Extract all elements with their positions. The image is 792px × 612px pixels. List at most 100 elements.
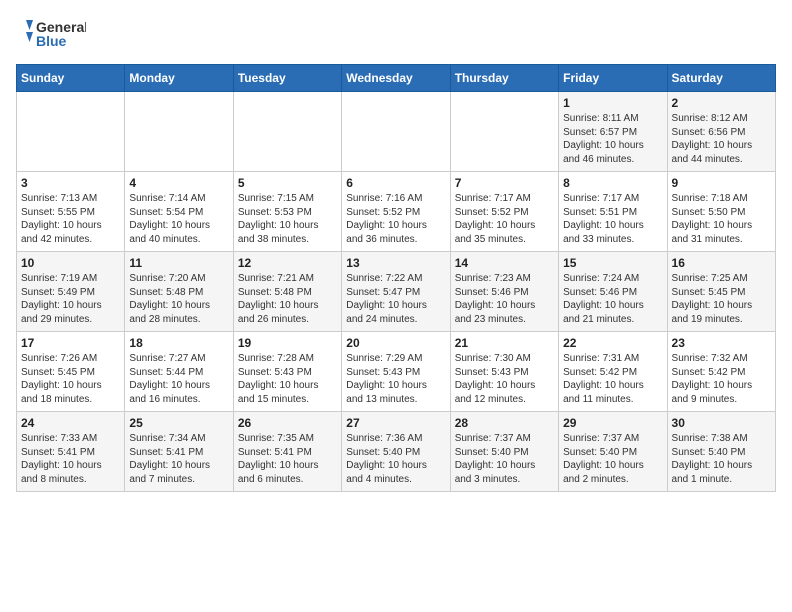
day-info: Sunrise: 7:18 AM Sunset: 5:50 PM Dayligh… <box>672 192 771 246</box>
calendar-cell: 1 Sunrise: 8:11 AM Sunset: 6:57 PM Daylig… <box>559 92 667 172</box>
calendar-cell: 2Sunrise: 8:12 AM Sunset: 6:56 PM Daylig… <box>667 92 775 172</box>
day-info: Sunrise: 7:27 AM Sunset: 5:44 PM Dayligh… <box>129 352 228 406</box>
day-info: Sunrise: 7:29 AM Sunset: 5:43 PM Dayligh… <box>346 352 445 406</box>
day-number: 6 <box>346 176 445 190</box>
day-of-week-header: Tuesday <box>233 65 341 92</box>
calendar-cell: 24 Sunrise: 7:33 AM Sunset: 5:41 PM Dayli… <box>17 412 125 492</box>
calendar-cell: 28Sunrise: 7:37 AM Sunset: 5:40 PM Dayli… <box>450 412 558 492</box>
day-info: Sunrise: 8:11 AM Sunset: 6:57 PM Dayligh… <box>563 112 662 166</box>
calendar-cell <box>233 92 341 172</box>
day-number: 26 <box>238 416 337 430</box>
day-number: 29 <box>563 416 662 430</box>
day-info: Sunrise: 8:12 AM Sunset: 6:56 PM Dayligh… <box>672 112 771 166</box>
day-number: 5 <box>238 176 337 190</box>
day-number: 9 <box>672 176 771 190</box>
calendar-cell: 25Sunrise: 7:34 AM Sunset: 5:41 PM Dayli… <box>125 412 233 492</box>
day-number: 14 <box>455 256 554 270</box>
calendar-week-row: 17 Sunrise: 7:26 AM Sunset: 5:45 PM Dayli… <box>17 332 776 412</box>
day-of-week-header: Wednesday <box>342 65 450 92</box>
day-number: 11 <box>129 256 228 270</box>
day-number: 13 <box>346 256 445 270</box>
calendar-cell: 14 Sunrise: 7:23 AM Sunset: 5:46 PM Dayli… <box>450 252 558 332</box>
day-info: Sunrise: 7:35 AM Sunset: 5:41 PM Dayligh… <box>238 432 337 486</box>
day-number: 21 <box>455 336 554 350</box>
calendar-cell <box>17 92 125 172</box>
day-info: Sunrise: 7:28 AM Sunset: 5:43 PM Dayligh… <box>238 352 337 406</box>
day-number: 4 <box>129 176 228 190</box>
calendar-cell: 3 Sunrise: 7:13 AM Sunset: 5:55 PM Daylig… <box>17 172 125 252</box>
day-of-week-header: Sunday <box>17 65 125 92</box>
day-info: Sunrise: 7:14 AM Sunset: 5:54 PM Dayligh… <box>129 192 228 246</box>
calendar-cell: 29 Sunrise: 7:37 AM Sunset: 5:40 PM Dayli… <box>559 412 667 492</box>
day-number: 1 <box>563 96 662 110</box>
day-number: 17 <box>21 336 120 350</box>
day-number: 30 <box>672 416 771 430</box>
day-number: 16 <box>672 256 771 270</box>
calendar-cell: 13 Sunrise: 7:22 AM Sunset: 5:47 PM Dayli… <box>342 252 450 332</box>
calendar-cell: 11 Sunrise: 7:20 AM Sunset: 5:48 PM Dayli… <box>125 252 233 332</box>
day-number: 15 <box>563 256 662 270</box>
day-info: Sunrise: 7:32 AM Sunset: 5:42 PM Dayligh… <box>672 352 771 406</box>
calendar-week-row: 10 Sunrise: 7:19 AM Sunset: 5:49 PM Dayli… <box>17 252 776 332</box>
calendar-cell: 22 Sunrise: 7:31 AM Sunset: 5:42 PM Dayli… <box>559 332 667 412</box>
day-number: 22 <box>563 336 662 350</box>
calendar-cell: 26 Sunrise: 7:35 AM Sunset: 5:41 PM Dayli… <box>233 412 341 492</box>
day-info: Sunrise: 7:16 AM Sunset: 5:52 PM Dayligh… <box>346 192 445 246</box>
day-info: Sunrise: 7:33 AM Sunset: 5:41 PM Dayligh… <box>21 432 120 486</box>
calendar-cell: 18 Sunrise: 7:27 AM Sunset: 5:44 PM Dayli… <box>125 332 233 412</box>
calendar-cell: 23Sunrise: 7:32 AM Sunset: 5:42 PM Dayli… <box>667 332 775 412</box>
day-info: Sunrise: 7:37 AM Sunset: 5:40 PM Dayligh… <box>563 432 662 486</box>
calendar-cell: 15 Sunrise: 7:24 AM Sunset: 5:46 PM Dayli… <box>559 252 667 332</box>
calendar-cell: 20Sunrise: 7:29 AM Sunset: 5:43 PM Dayli… <box>342 332 450 412</box>
calendar-cell: 30 Sunrise: 7:38 AM Sunset: 5:40 PM Dayli… <box>667 412 775 492</box>
calendar-week-row: 24 Sunrise: 7:33 AM Sunset: 5:41 PM Dayli… <box>17 412 776 492</box>
calendar-body: 1 Sunrise: 8:11 AM Sunset: 6:57 PM Daylig… <box>17 92 776 492</box>
day-number: 27 <box>346 416 445 430</box>
day-number: 18 <box>129 336 228 350</box>
calendar-cell: 19 Sunrise: 7:28 AM Sunset: 5:43 PM Dayli… <box>233 332 341 412</box>
day-number: 3 <box>21 176 120 190</box>
day-info: Sunrise: 7:36 AM Sunset: 5:40 PM Dayligh… <box>346 432 445 486</box>
calendar-cell <box>342 92 450 172</box>
calendar-cell: 10 Sunrise: 7:19 AM Sunset: 5:49 PM Dayli… <box>17 252 125 332</box>
calendar-week-row: 3 Sunrise: 7:13 AM Sunset: 5:55 PM Daylig… <box>17 172 776 252</box>
day-info: Sunrise: 7:37 AM Sunset: 5:40 PM Dayligh… <box>455 432 554 486</box>
day-of-week-header: Thursday <box>450 65 558 92</box>
day-number: 19 <box>238 336 337 350</box>
day-of-week-header: Saturday <box>667 65 775 92</box>
day-info: Sunrise: 7:31 AM Sunset: 5:42 PM Dayligh… <box>563 352 662 406</box>
day-of-week-header: Friday <box>559 65 667 92</box>
day-info: Sunrise: 7:23 AM Sunset: 5:46 PM Dayligh… <box>455 272 554 326</box>
page-header: General Blue <box>16 16 776 52</box>
day-info: Sunrise: 7:24 AM Sunset: 5:46 PM Dayligh… <box>563 272 662 326</box>
day-number: 8 <box>563 176 662 190</box>
day-info: Sunrise: 7:30 AM Sunset: 5:43 PM Dayligh… <box>455 352 554 406</box>
calendar-table: SundayMondayTuesdayWednesdayThursdayFrid… <box>16 64 776 492</box>
calendar-cell: 7 Sunrise: 7:17 AM Sunset: 5:52 PM Daylig… <box>450 172 558 252</box>
calendar-cell <box>125 92 233 172</box>
day-info: Sunrise: 7:13 AM Sunset: 5:55 PM Dayligh… <box>21 192 120 246</box>
calendar-cell: 16 Sunrise: 7:25 AM Sunset: 5:45 PM Dayli… <box>667 252 775 332</box>
day-info: Sunrise: 7:22 AM Sunset: 5:47 PM Dayligh… <box>346 272 445 326</box>
day-info: Sunrise: 7:38 AM Sunset: 5:40 PM Dayligh… <box>672 432 771 486</box>
logo: General Blue <box>16 16 86 52</box>
calendar-week-row: 1 Sunrise: 8:11 AM Sunset: 6:57 PM Daylig… <box>17 92 776 172</box>
day-number: 7 <box>455 176 554 190</box>
day-info: Sunrise: 7:17 AM Sunset: 5:52 PM Dayligh… <box>455 192 554 246</box>
logo-svg: General Blue <box>16 16 86 52</box>
day-info: Sunrise: 7:19 AM Sunset: 5:49 PM Dayligh… <box>21 272 120 326</box>
day-info: Sunrise: 7:20 AM Sunset: 5:48 PM Dayligh… <box>129 272 228 326</box>
day-number: 12 <box>238 256 337 270</box>
day-info: Sunrise: 7:26 AM Sunset: 5:45 PM Dayligh… <box>21 352 120 406</box>
calendar-cell: 27 Sunrise: 7:36 AM Sunset: 5:40 PM Dayli… <box>342 412 450 492</box>
day-of-week-header: Monday <box>125 65 233 92</box>
svg-text:Blue: Blue <box>36 33 67 49</box>
calendar-cell: 9 Sunrise: 7:18 AM Sunset: 5:50 PM Daylig… <box>667 172 775 252</box>
day-number: 25 <box>129 416 228 430</box>
day-info: Sunrise: 7:25 AM Sunset: 5:45 PM Dayligh… <box>672 272 771 326</box>
day-info: Sunrise: 7:17 AM Sunset: 5:51 PM Dayligh… <box>563 192 662 246</box>
calendar-cell: 8 Sunrise: 7:17 AM Sunset: 5:51 PM Daylig… <box>559 172 667 252</box>
calendar-header-row: SundayMondayTuesdayWednesdayThursdayFrid… <box>17 65 776 92</box>
day-number: 10 <box>21 256 120 270</box>
day-number: 24 <box>21 416 120 430</box>
